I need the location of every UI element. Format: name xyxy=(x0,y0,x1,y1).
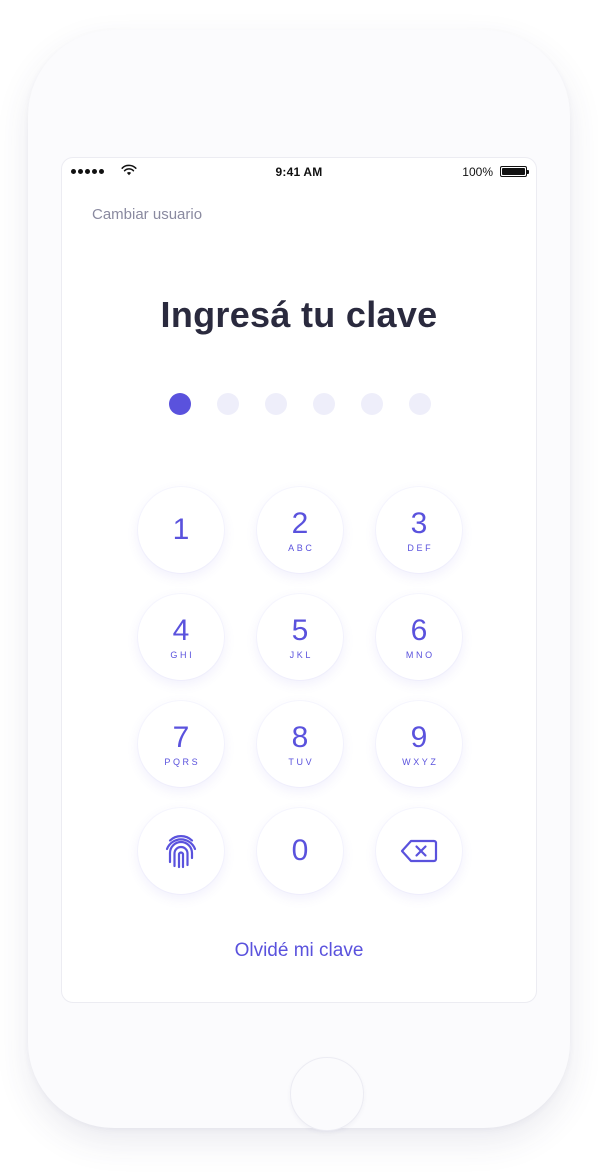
key-letters: PQRS xyxy=(164,756,201,767)
key-digit: 6 xyxy=(410,613,428,647)
key-letters: JKL xyxy=(289,649,313,660)
key-digit: 7 xyxy=(172,720,190,754)
backspace-button[interactable] xyxy=(376,808,462,894)
key-letters: TUV xyxy=(288,756,315,767)
key-digit: 5 xyxy=(291,613,309,647)
key-3[interactable]: 3 DEF xyxy=(376,487,462,573)
pin-dot xyxy=(169,393,191,415)
key-digit: 1 xyxy=(172,513,190,546)
fingerprint-button[interactable] xyxy=(138,808,224,894)
key-8[interactable]: 8 TUV xyxy=(257,701,343,787)
fingerprint-icon xyxy=(165,835,197,869)
key-5[interactable]: 5 JKL xyxy=(257,594,343,680)
pin-dot xyxy=(265,393,287,415)
battery-percent: 100% xyxy=(462,165,493,179)
key-9[interactable]: 9 WXYZ xyxy=(376,701,462,787)
status-bar: 9:41 AM 100% xyxy=(62,158,536,186)
key-letters: ABC xyxy=(288,542,315,553)
pin-dot xyxy=(313,393,335,415)
key-0[interactable]: 0 xyxy=(257,808,343,894)
key-digit: 3 xyxy=(410,506,428,540)
forgot-password-link[interactable]: Olvidé mi clave xyxy=(62,940,536,962)
key-letters: WXYZ xyxy=(402,756,439,767)
key-6[interactable]: 6 MNO xyxy=(376,594,462,680)
pin-dot xyxy=(409,393,431,415)
key-digit: 9 xyxy=(410,720,428,754)
key-letters: GHI xyxy=(170,649,195,660)
app-screen: 9:41 AM 100% Cambiar usuario Ingresá tu … xyxy=(61,157,537,1003)
key-4[interactable]: 4 GHI xyxy=(138,594,224,680)
pin-dot xyxy=(217,393,239,415)
keypad: 1 2 ABC 3 DEF 4 GHI 5 JKL 6 MNO 7 PQRS 8 xyxy=(138,487,462,895)
backspace-icon xyxy=(400,839,438,863)
key-2[interactable]: 2 ABC xyxy=(257,487,343,573)
key-7[interactable]: 7 PQRS xyxy=(138,701,224,787)
key-digit: 0 xyxy=(291,834,309,867)
home-button[interactable] xyxy=(290,1057,364,1131)
pin-indicator xyxy=(169,393,431,415)
battery-icon xyxy=(500,166,529,177)
key-1[interactable]: 1 xyxy=(138,487,224,573)
key-letters: DEF xyxy=(407,542,434,553)
key-digit: 4 xyxy=(172,613,190,647)
change-user-link[interactable]: Cambiar usuario xyxy=(92,206,202,223)
pin-dot xyxy=(361,393,383,415)
key-digit: 2 xyxy=(291,506,309,540)
key-digit: 8 xyxy=(291,720,309,754)
key-letters: MNO xyxy=(405,649,435,660)
page-title: Ingresá tu clave xyxy=(160,294,438,335)
